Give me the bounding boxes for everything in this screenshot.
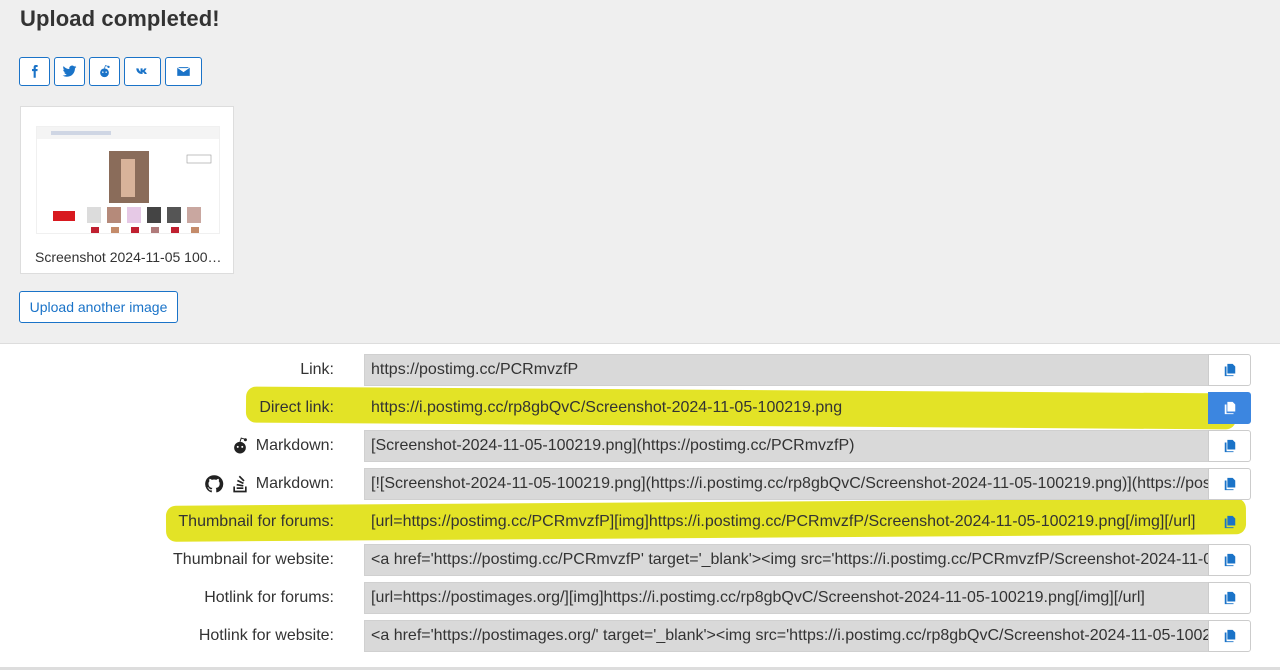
share-twitter-button[interactable] [54, 57, 85, 86]
thumbnail-website-row: Thumbnail for website: <a href='https://… [0, 544, 1280, 576]
upload-another-button[interactable]: Upload another image [19, 291, 178, 323]
direct-link-field[interactable]: https://i.postimg.cc/rp8gbQvC/Screenshot… [364, 392, 1208, 424]
reddit-markdown-field[interactable]: [Screenshot-2024-11-05-100219.png](https… [364, 430, 1208, 462]
thumbnail-forums-row: Thumbnail for forums: [url=https://posti… [0, 506, 1280, 538]
vk-icon [136, 68, 147, 74]
link-row: Link: https://postimg.cc/PCRmvzfP [0, 354, 1280, 386]
uploaded-image-thumbnail[interactable] [36, 126, 220, 234]
twitter-icon [62, 65, 77, 77]
facebook-icon [32, 64, 38, 78]
copy-thumbnail-website-button[interactable] [1208, 544, 1251, 576]
share-email-button[interactable] [165, 57, 202, 86]
reddit-markdown-row: Markdown: [Screenshot-2024-11-05-100219.… [0, 430, 1280, 462]
copy-hotlink-website-button[interactable] [1208, 620, 1251, 652]
link-label: Link: [300, 361, 334, 378]
hotlink-website-field[interactable]: <a href='https://postimages.org/' target… [364, 620, 1208, 652]
copy-reddit-markdown-button[interactable] [1208, 430, 1251, 462]
github-markdown-label: Markdown: [204, 468, 334, 500]
hotlink-website-label: Hotlink for website: [198, 627, 334, 644]
share-facebook-button[interactable] [19, 57, 50, 86]
hotlink-forums-field[interactable]: [url=https://postimages.org/][img]https:… [364, 582, 1208, 614]
thumbnail-forums-field[interactable]: [url=https://postimg.cc/PCRmvzfP][img]ht… [364, 506, 1208, 538]
thumbnail-website-field[interactable]: <a href='https://postimg.cc/PCRmvzfP' ta… [364, 544, 1208, 576]
upload-result-header: Upload completed! Screenshot 2024-11-05 … [0, 0, 1280, 343]
copy-direct-link-button[interactable] [1208, 392, 1251, 424]
copy-icon [1224, 629, 1235, 643]
copy-github-markdown-button[interactable] [1208, 468, 1251, 500]
hotlink-forums-label: Hotlink for forums: [204, 589, 334, 606]
github-markdown-row: Markdown: [![Screenshot-2024-11-05-10021… [0, 468, 1280, 500]
thumbnail-forums-label: Thumbnail for forums: [178, 513, 334, 530]
share-buttons [19, 57, 202, 86]
copy-icon [1224, 401, 1235, 415]
page-title: Upload completed! [20, 6, 220, 31]
direct-link-label: Direct link: [259, 399, 334, 416]
copy-icon [1224, 591, 1235, 605]
share-vk-button[interactable] [124, 57, 161, 86]
stackoverflow-icon [233, 475, 247, 493]
reddit-markdown-label: Markdown: [230, 430, 334, 462]
link-field[interactable]: https://postimg.cc/PCRmvzfP [364, 354, 1208, 386]
reddit-icon [233, 437, 247, 454]
copy-icon [1224, 553, 1235, 567]
reddit-icon [100, 65, 110, 78]
share-reddit-button[interactable] [89, 57, 120, 86]
mail-icon [176, 66, 191, 76]
copy-link-button[interactable] [1208, 354, 1251, 386]
direct-link-row: Direct link: https://i.postimg.cc/rp8gbQ… [0, 392, 1280, 424]
uploaded-image-filename: Screenshot 2024-11-05 100219.png [35, 249, 223, 265]
uploaded-image-card[interactable]: Screenshot 2024-11-05 100219.png [20, 106, 234, 274]
hotlink-website-row: Hotlink for website: <a href='https://po… [0, 620, 1280, 652]
copy-icon [1224, 477, 1235, 491]
github-icon [204, 475, 223, 493]
copy-icon [1224, 439, 1235, 453]
copy-thumbnail-forums-button[interactable] [1208, 506, 1251, 538]
links-panel: Link: https://postimg.cc/PCRmvzfP Direct… [0, 343, 1280, 670]
hotlink-forums-row: Hotlink for forums: [url=https://postima… [0, 582, 1280, 614]
copy-hotlink-forums-button[interactable] [1208, 582, 1251, 614]
github-markdown-field[interactable]: [![Screenshot-2024-11-05-100219.png](htt… [364, 468, 1208, 500]
copy-icon [1224, 363, 1235, 377]
thumbnail-website-label: Thumbnail for website: [173, 551, 334, 568]
copy-icon [1224, 515, 1235, 529]
